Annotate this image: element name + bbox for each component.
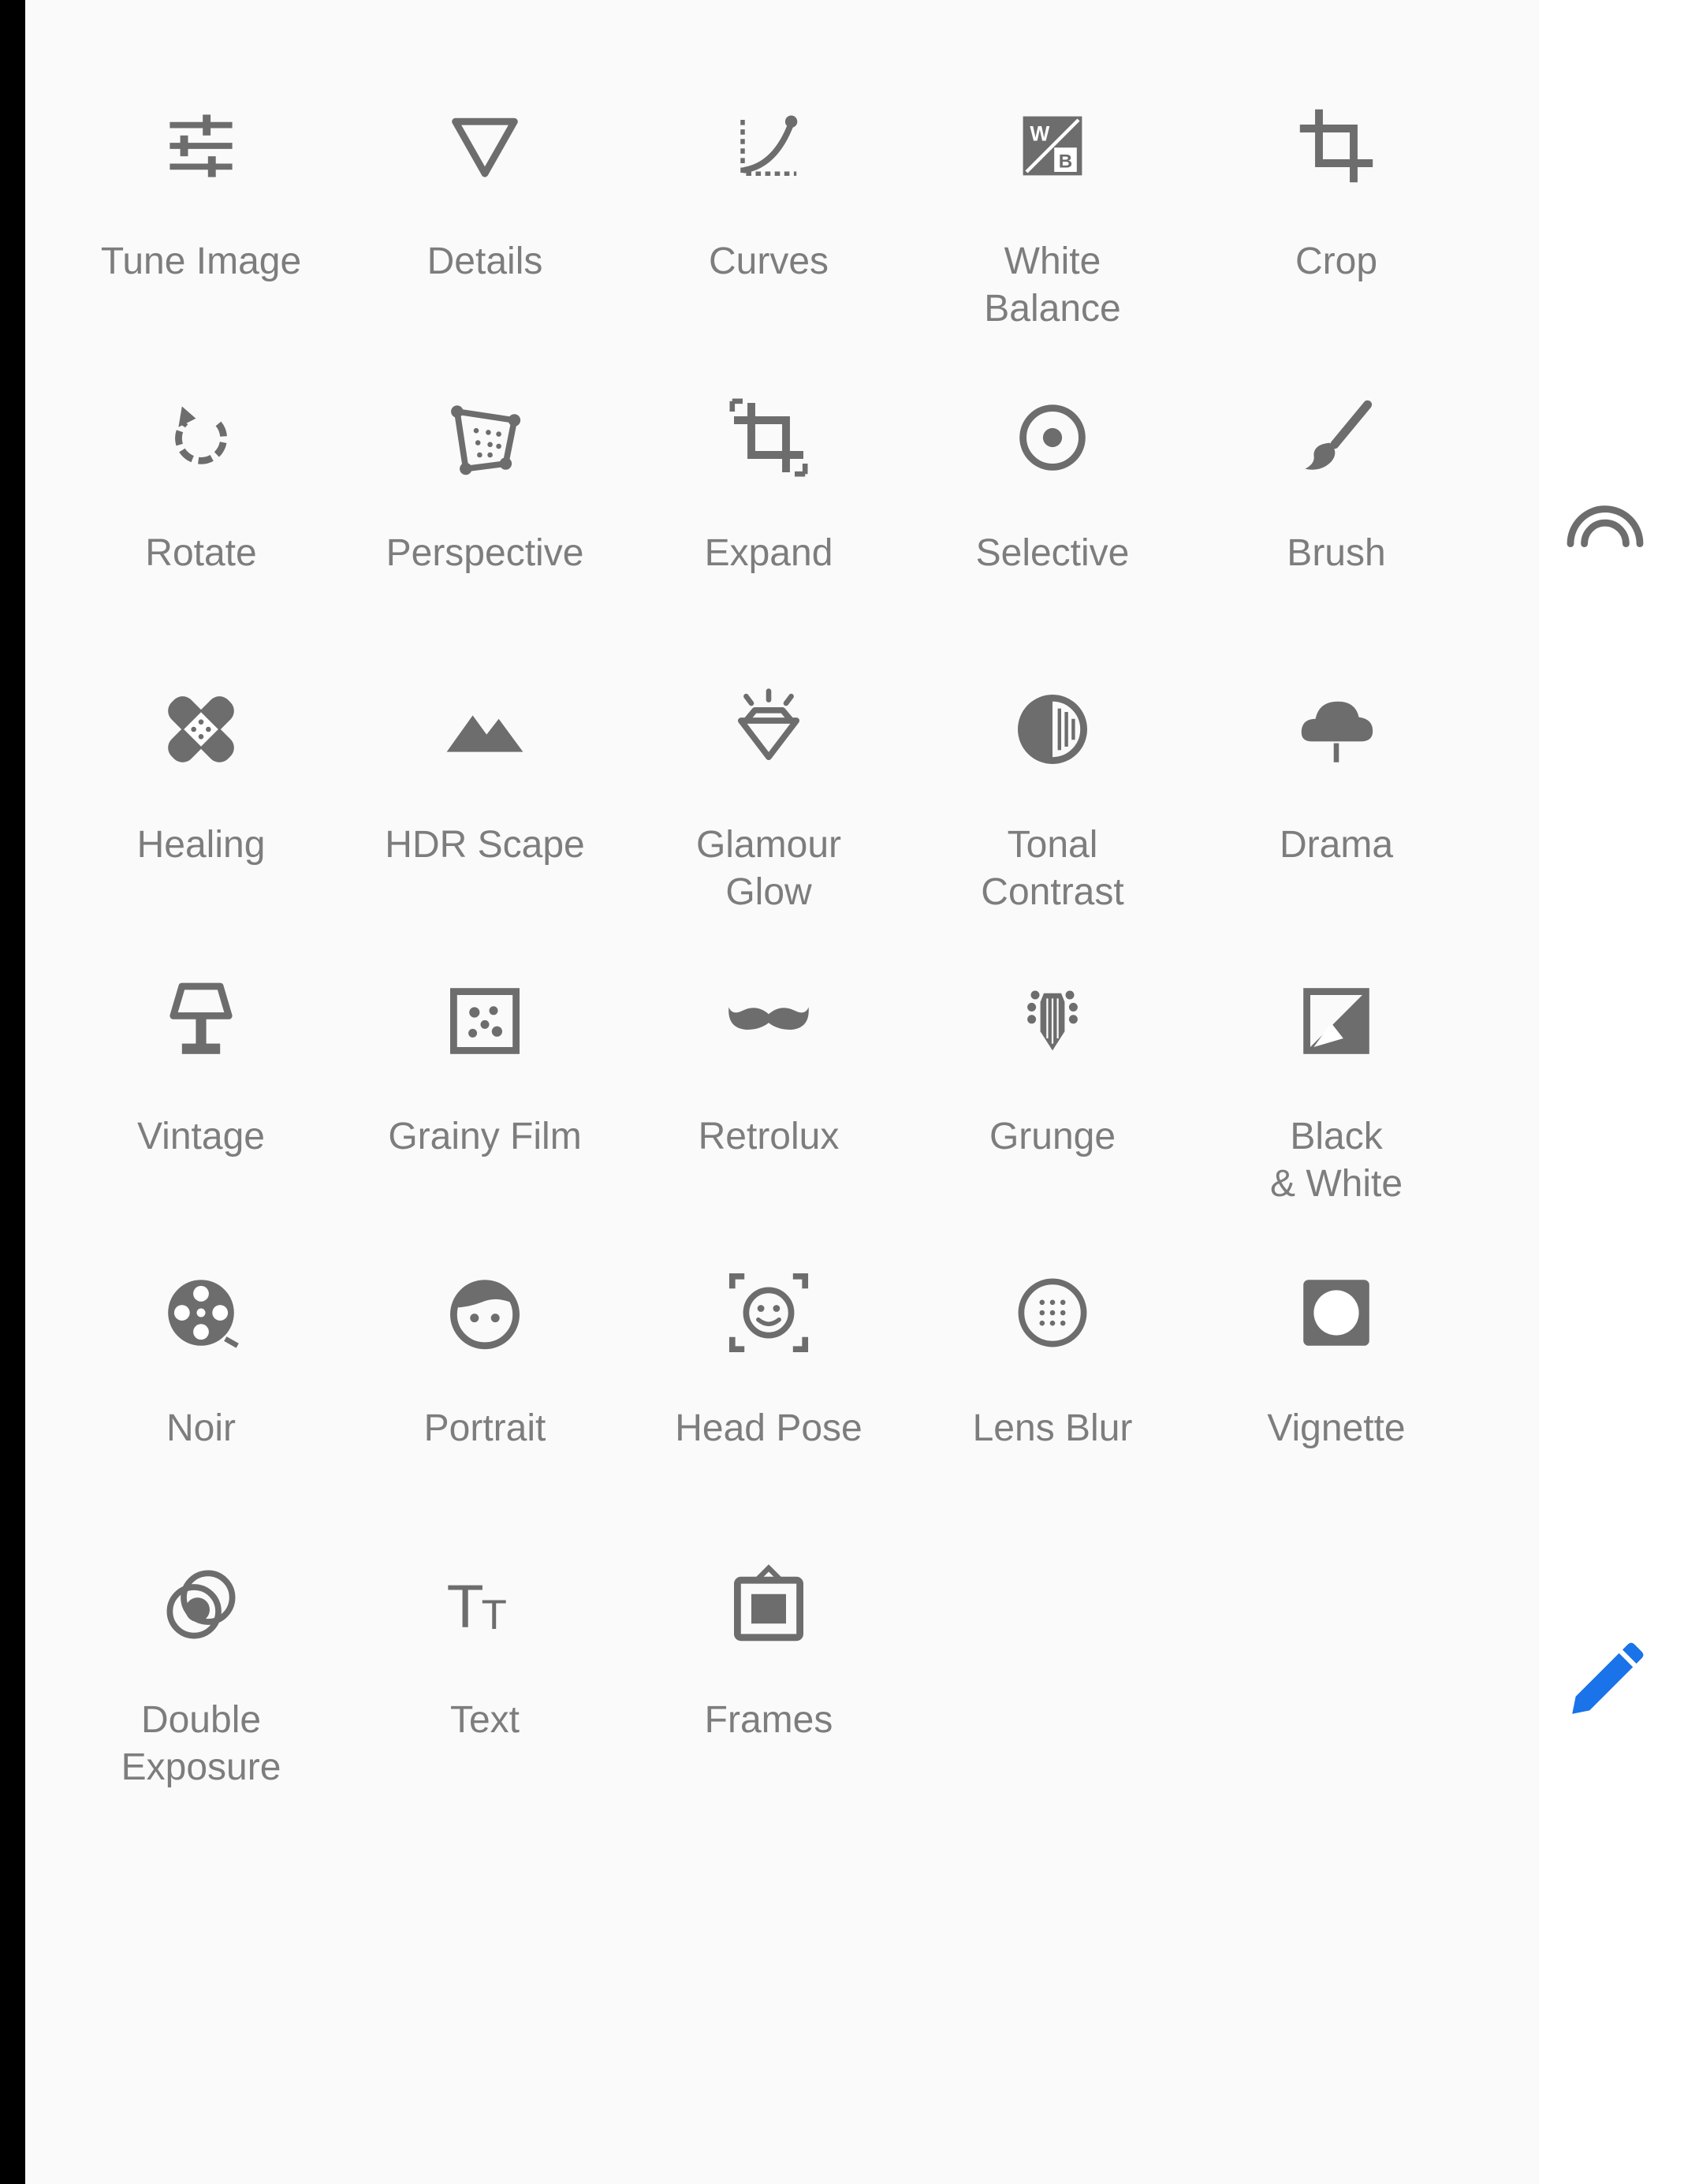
tool-label: White Balance: [984, 240, 1121, 330]
tool-label: Details: [427, 240, 543, 282]
guitar-icon: [1009, 978, 1096, 1064]
tool-label: Crop: [1295, 240, 1378, 282]
half-circle-icon: [1009, 686, 1096, 773]
vignette-icon: [1293, 1269, 1380, 1356]
tool-vintage[interactable]: Vintage: [59, 970, 343, 1254]
expand-icon: [725, 394, 812, 481]
tool-grainy-film[interactable]: Grainy Film: [343, 970, 627, 1254]
black-white-icon: [1293, 978, 1380, 1064]
brush-icon: [1293, 394, 1380, 481]
svg-text:B: B: [1059, 151, 1072, 173]
svg-text:T: T: [447, 1573, 484, 1641]
svg-text:W: W: [1030, 121, 1049, 145]
frame-icon: [725, 1561, 812, 1648]
tool-label: Frames: [704, 1699, 833, 1741]
tool-label: Grunge: [989, 1116, 1116, 1157]
tool-label: Healing: [136, 824, 266, 866]
tool-label: Tune Image: [100, 240, 302, 282]
tool-label: Black & White: [1269, 1116, 1403, 1205]
tool-label: Text: [449, 1699, 520, 1741]
pencil-icon: [1562, 1638, 1649, 1728]
cloud-icon: [1293, 686, 1380, 773]
tool-label: Retrolux: [698, 1116, 840, 1157]
styles-button[interactable]: [1558, 484, 1652, 579]
edit-button[interactable]: [1558, 1635, 1652, 1730]
rotate-icon: [158, 394, 244, 481]
tool-label: HDR Scape: [385, 824, 585, 866]
lamp-icon: [158, 978, 244, 1064]
tool-frames[interactable]: Frames: [627, 1553, 911, 1837]
mountains-icon: [441, 686, 528, 773]
tool-grunge[interactable]: Grunge: [911, 970, 1194, 1254]
tool-label: Selective: [975, 532, 1130, 574]
tool-label: Glamour Glow: [695, 824, 842, 913]
tool-glamour-glow[interactable]: Glamour Glow: [627, 678, 911, 962]
tool-black-white[interactable]: Black & White: [1194, 970, 1478, 1254]
tool-rotate[interactable]: Rotate: [59, 386, 343, 670]
tool-retrolux[interactable]: Retrolux: [627, 970, 911, 1254]
tool-healing[interactable]: Healing: [59, 678, 343, 962]
mustache-icon: [725, 978, 812, 1064]
tool-label: Brush: [1287, 532, 1386, 574]
target-icon: [1009, 394, 1096, 481]
tool-tonal-contrast[interactable]: Tonal Contrast: [911, 678, 1194, 962]
head-pose-icon: [725, 1269, 812, 1356]
left-edge-bar: [0, 0, 25, 2184]
diamond-icon: [725, 686, 812, 773]
white-balance-icon: WB: [1009, 102, 1096, 189]
tool-double-exposure[interactable]: Double Exposure: [59, 1553, 343, 1837]
tool-perspective[interactable]: Perspective: [343, 386, 627, 670]
tool-vignette[interactable]: Vignette: [1194, 1262, 1478, 1545]
right-rail: [1539, 0, 1684, 2184]
tool-label: Noir: [166, 1407, 236, 1449]
tool-label: Rotate: [145, 532, 257, 574]
tool-label: Double Exposure: [121, 1699, 281, 1788]
film-grain-icon: [441, 978, 528, 1064]
tune-icon: [158, 102, 244, 189]
lens-blur-icon: [1009, 1269, 1096, 1356]
tool-crop[interactable]: Crop: [1194, 95, 1478, 378]
tool-head-pose[interactable]: Head Pose: [627, 1262, 911, 1545]
tool-curves[interactable]: Curves: [627, 95, 911, 378]
triangle-icon: [441, 102, 528, 189]
tool-details[interactable]: Details: [343, 95, 627, 378]
crop-icon: [1293, 102, 1380, 189]
tool-expand[interactable]: Expand: [627, 386, 911, 670]
face-icon: [441, 1269, 528, 1356]
curves-icon: [725, 102, 812, 189]
tool-brush[interactable]: Brush: [1194, 386, 1478, 670]
tool-label: Portrait: [423, 1407, 546, 1449]
tool-portrait[interactable]: Portrait: [343, 1262, 627, 1545]
tool-hdr-scape[interactable]: HDR Scape: [343, 678, 627, 962]
rainbow-arch-icon: [1562, 486, 1649, 577]
tool-label: Expand: [704, 532, 833, 574]
svg-text:T: T: [482, 1592, 507, 1638]
film-reel-icon: [158, 1269, 244, 1356]
tool-label: Vignette: [1267, 1407, 1406, 1449]
tool-label: Drama: [1279, 824, 1394, 866]
double-exposure-icon: [158, 1561, 244, 1648]
tool-tune-image[interactable]: Tune Image: [59, 95, 343, 378]
tool-label: Lens Blur: [972, 1407, 1133, 1449]
tool-white-balance[interactable]: W B White Balance: [911, 95, 1194, 378]
tool-label: Tonal Contrast: [981, 824, 1124, 913]
perspective-icon: [441, 394, 528, 481]
tools-panel: Tune Image Details Curves W B White Balance Cr…: [25, 0, 1539, 2184]
tool-text[interactable]: T T Text: [343, 1553, 627, 1837]
text-icon: TT: [441, 1561, 528, 1648]
bandage-icon: [158, 686, 244, 773]
tool-label: Grainy Film: [388, 1116, 582, 1157]
tool-drama[interactable]: Drama: [1194, 678, 1478, 962]
tool-label: Vintage: [137, 1116, 265, 1157]
tool-noir[interactable]: Noir: [59, 1262, 343, 1545]
tool-selective[interactable]: Selective: [911, 386, 1194, 670]
tool-label: Perspective: [386, 532, 584, 574]
tool-lens-blur[interactable]: Lens Blur: [911, 1262, 1194, 1545]
tool-label: Head Pose: [675, 1407, 862, 1449]
tool-label: Curves: [708, 240, 829, 282]
